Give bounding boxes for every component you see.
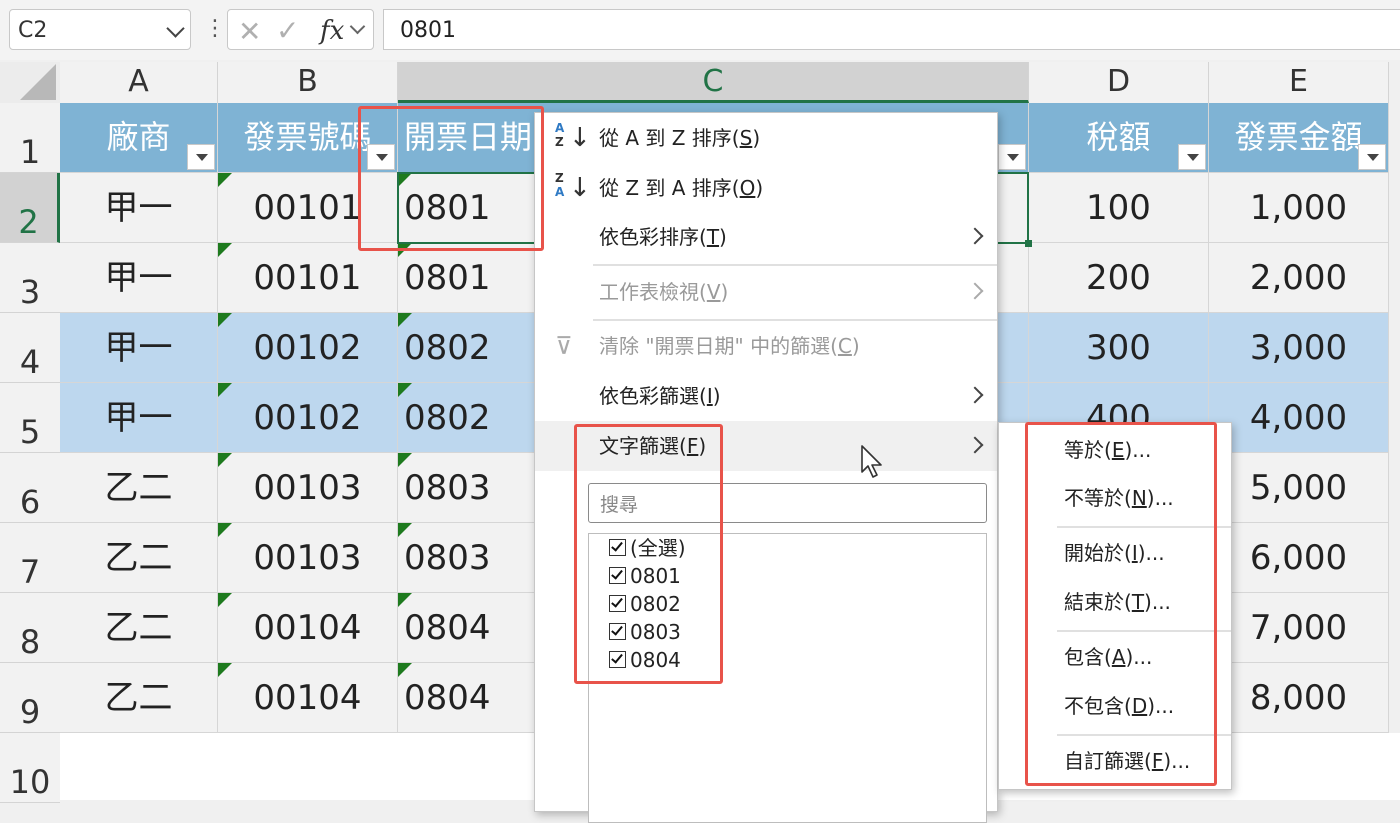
filter-dropdown-icon[interactable] (1178, 144, 1206, 170)
column-header-e[interactable]: E (1209, 62, 1389, 103)
error-indicator-icon (218, 663, 232, 677)
header-label: 廠商 (106, 118, 171, 156)
enter-icon[interactable]: ✓ (276, 14, 299, 47)
column-header-d[interactable]: D (1029, 62, 1209, 103)
error-indicator-icon (398, 593, 412, 607)
row-header-7[interactable]: 7 (0, 523, 60, 593)
column-header-c[interactable]: C (398, 62, 1029, 103)
formula-buttons: ✕ ✓ fx (227, 9, 374, 50)
sort-ascending-icon: A Z ↓ (555, 121, 591, 153)
more-options-icon[interactable]: ⋮ (204, 16, 226, 44)
header-cell-e[interactable]: 發票金額 (1209, 103, 1389, 173)
error-indicator-icon (218, 313, 232, 327)
chevron-right-icon (966, 282, 984, 300)
cell-a[interactable]: 甲一 (60, 243, 218, 313)
error-indicator-icon (218, 383, 232, 397)
cell-a[interactable]: 乙二 (60, 593, 218, 663)
column-header-a[interactable]: A (60, 62, 218, 103)
cancel-icon[interactable]: ✕ (238, 15, 261, 48)
error-indicator-icon (218, 593, 232, 607)
mouse-pointer-icon (861, 445, 882, 478)
filter-dropdown-icon[interactable] (998, 144, 1026, 170)
filter-dropdown-icon[interactable] (1358, 144, 1386, 170)
header-label: 發票號碼 (243, 118, 372, 156)
menu-divider (593, 264, 997, 266)
chevron-right-icon (966, 227, 984, 245)
filter-dropdown-icon[interactable] (187, 144, 215, 170)
error-indicator-icon (218, 523, 232, 537)
sort-by-color[interactable]: 依色彩排序(T) (535, 212, 997, 262)
cell-a[interactable]: 乙二 (60, 453, 218, 523)
highlight-box-date-cell (358, 106, 544, 251)
row-header-1[interactable]: 1 (0, 103, 60, 173)
sort-a-to-z[interactable]: A Z ↓ 從 A 到 Z 排序(S) (535, 113, 997, 163)
cell-b[interactable]: 00102 (218, 383, 398, 453)
error-indicator-icon (218, 243, 232, 257)
cell-a[interactable]: 甲一 (60, 313, 218, 383)
chevron-down-icon[interactable] (349, 18, 366, 35)
cell-a[interactable]: 乙二 (60, 523, 218, 593)
row-header-6[interactable]: 6 (0, 453, 60, 523)
cell-b[interactable]: 00104 (218, 593, 398, 663)
cell-d[interactable]: 200 (1029, 243, 1209, 313)
cell-b[interactable]: 00101 (218, 243, 398, 313)
header-label: 發票金額 (1234, 118, 1363, 156)
clear-filter: ⊽ 清除 "開票日期" 中的篩選(C) (535, 321, 997, 371)
chevron-right-icon (966, 386, 984, 404)
cell-b[interactable]: 00104 (218, 663, 398, 733)
cell-e[interactable]: 6,000 (1209, 523, 1389, 593)
insert-function-icon[interactable]: fx (320, 16, 344, 46)
row-header-10[interactable]: 10 (0, 733, 60, 803)
error-indicator-icon (398, 663, 412, 677)
cell-a[interactable]: 乙二 (60, 663, 218, 733)
cell-e[interactable]: 7,000 (1209, 593, 1389, 663)
name-box[interactable]: C2 (9, 9, 191, 50)
row-header-8[interactable]: 8 (0, 593, 60, 663)
row-header-3[interactable]: 3 (0, 243, 60, 313)
cell-e[interactable]: 4,000 (1209, 383, 1389, 453)
error-indicator-icon (398, 383, 412, 397)
sort-descending-icon: Z A ↓ (555, 171, 591, 203)
error-indicator-icon (218, 173, 232, 187)
name-box-value: C2 (18, 18, 48, 43)
cell-e[interactable]: 3,000 (1209, 313, 1389, 383)
sheet-view: 工作表檢視(V) (535, 267, 997, 317)
filter-by-color[interactable]: 依色彩篩選(I) (535, 371, 997, 421)
cell-b[interactable]: 00102 (218, 313, 398, 383)
header-cell-d[interactable]: 稅額 (1029, 103, 1209, 173)
cell-d[interactable]: 300 (1029, 313, 1209, 383)
row-header-4[interactable]: 4 (0, 313, 60, 383)
chevron-down-icon[interactable] (166, 19, 185, 38)
header-cell-a[interactable]: 廠商 (60, 103, 218, 173)
cell-d[interactable]: 100 (1029, 173, 1209, 243)
select-all-corner[interactable] (0, 62, 60, 103)
highlight-box-submenu (1025, 422, 1217, 786)
header-label: 稅額 (1086, 118, 1151, 156)
error-indicator-icon (398, 313, 412, 327)
cell-a[interactable]: 甲一 (60, 383, 218, 453)
highlight-box-text-filter (574, 424, 723, 684)
sort-z-to-a[interactable]: Z A ↓ 從 Z 到 A 排序(O) (535, 163, 997, 213)
error-indicator-icon (398, 523, 412, 537)
column-header-b[interactable]: B (218, 62, 398, 103)
row-header-2[interactable]: 2 (0, 173, 60, 243)
row-header-9[interactable]: 9 (0, 663, 60, 733)
cell-b[interactable]: 00103 (218, 523, 398, 593)
cell-e[interactable]: 8,000 (1209, 663, 1389, 733)
fill-handle[interactable] (1025, 240, 1032, 247)
error-indicator-icon (218, 453, 232, 467)
formula-input[interactable]: 0801 (383, 9, 1400, 50)
cell-a[interactable]: 甲一 (60, 173, 218, 243)
row-header-5[interactable]: 5 (0, 383, 60, 453)
cell-e[interactable]: 2,000 (1209, 243, 1389, 313)
cell-e[interactable]: 5,000 (1209, 453, 1389, 523)
cell-e[interactable]: 1,000 (1209, 173, 1389, 243)
chevron-right-icon (966, 436, 984, 454)
clear-filter-icon: ⊽ (555, 332, 573, 360)
error-indicator-icon (398, 453, 412, 467)
cell-b[interactable]: 00103 (218, 453, 398, 523)
